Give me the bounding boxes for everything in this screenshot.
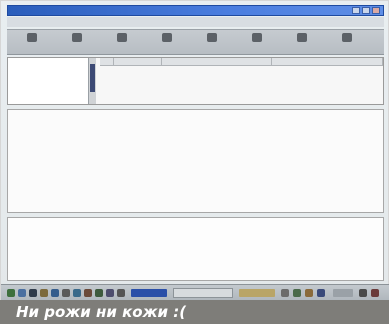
toolbar-button-3[interactable] xyxy=(103,33,141,52)
upload-icon xyxy=(117,33,127,42)
delete-icon xyxy=(207,33,217,42)
screenshot-frame xyxy=(0,0,389,302)
taskbar-task[interactable] xyxy=(173,288,233,298)
quicklaunch-icon[interactable] xyxy=(40,289,48,297)
minimize-icon[interactable] xyxy=(352,7,360,14)
tray-icon[interactable] xyxy=(281,289,289,297)
taskbar-task-icon[interactable] xyxy=(239,289,275,297)
toolbar-button-2[interactable] xyxy=(58,33,96,52)
toolbar-button-5[interactable] xyxy=(193,33,231,52)
quicklaunch-icon[interactable] xyxy=(62,289,70,297)
toolbar-button-6[interactable] xyxy=(238,33,276,52)
menu-bar xyxy=(7,17,384,27)
quicklaunch-icon[interactable] xyxy=(106,289,114,297)
file-list-pane[interactable] xyxy=(7,109,384,213)
quicklaunch-icon[interactable] xyxy=(18,289,26,297)
column-header[interactable] xyxy=(272,58,383,65)
toolbar-button-7[interactable] xyxy=(283,33,321,52)
quicklaunch-icon[interactable] xyxy=(29,289,37,297)
column-header[interactable] xyxy=(162,58,272,65)
quicklaunch-icon[interactable] xyxy=(95,289,103,297)
folder-pane xyxy=(7,57,384,105)
window-titlebar[interactable] xyxy=(7,5,384,16)
close-icon[interactable] xyxy=(372,7,380,14)
quicklaunch-icon[interactable] xyxy=(84,289,92,297)
menu-item-2[interactable] xyxy=(31,18,63,25)
tray-clock[interactable] xyxy=(333,289,353,297)
download-icon xyxy=(162,33,172,42)
column-header[interactable] xyxy=(100,58,114,65)
log-pane[interactable] xyxy=(7,217,384,281)
scrollbar-thumb[interactable] xyxy=(90,64,95,92)
quicklaunch-icon[interactable] xyxy=(51,289,59,297)
tray-icon[interactable] xyxy=(293,289,301,297)
maximize-icon[interactable] xyxy=(362,7,370,14)
folder-tree xyxy=(8,58,89,104)
menu-item-1[interactable] xyxy=(9,18,33,25)
properties-icon xyxy=(252,33,262,42)
list-header xyxy=(100,58,383,66)
settings-icon xyxy=(342,33,352,42)
active-task-icon[interactable] xyxy=(131,289,167,297)
quicklaunch-icon[interactable] xyxy=(73,289,81,297)
toolbar xyxy=(7,29,384,55)
caption-text: Ни рожи ни кожи :( xyxy=(16,303,187,321)
menu-item-4[interactable] xyxy=(87,18,127,25)
search-icon xyxy=(297,33,307,42)
tree-scrollbar[interactable] xyxy=(88,58,96,104)
toolbar-button-8[interactable] xyxy=(328,33,366,52)
toolbar-button-1[interactable] xyxy=(13,33,51,52)
quicklaunch-icon[interactable] xyxy=(117,289,125,297)
connect-icon xyxy=(27,33,37,42)
column-header[interactable] xyxy=(114,58,162,65)
tray-icon[interactable] xyxy=(359,289,367,297)
window-controls xyxy=(352,7,380,14)
tray-icon[interactable] xyxy=(305,289,313,297)
disconnect-icon xyxy=(72,33,82,42)
tray-icon[interactable] xyxy=(371,289,379,297)
menu-item-3[interactable] xyxy=(61,18,89,25)
menu-item-5[interactable] xyxy=(125,18,157,25)
toolbar-button-4[interactable] xyxy=(148,33,186,52)
menu-item-6[interactable] xyxy=(155,18,191,25)
start-icon[interactable] xyxy=(7,289,15,297)
tray-icon[interactable] xyxy=(317,289,325,297)
caption-bar: Ни рожи ни кожи :( xyxy=(0,300,389,324)
